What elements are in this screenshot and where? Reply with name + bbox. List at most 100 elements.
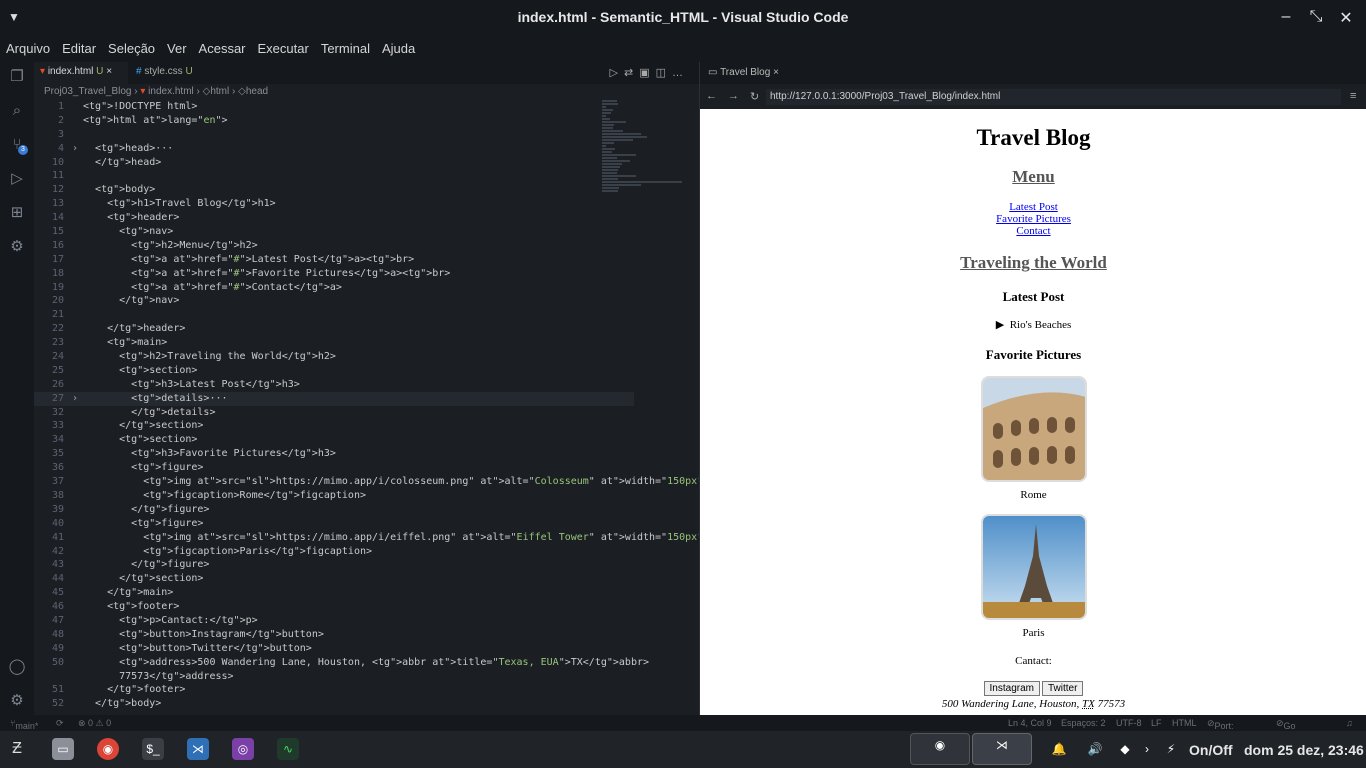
code-line[interactable]: 40 <tg">figure> <box>34 517 634 531</box>
instagram-button[interactable]: Instagram <box>984 681 1040 696</box>
tab-style-css[interactable]: # style.css U <box>130 62 210 84</box>
code-line[interactable]: 19 <tg">a at">href="#">Contact</tg">a> <box>34 281 634 295</box>
run-icon[interactable]: ▷ <box>610 67 624 79</box>
notifications-bell-icon[interactable]: ♫ <box>1346 718 1353 728</box>
code-line[interactable]: 14 <tg">header> <box>34 211 634 225</box>
twitter-button[interactable]: Twitter <box>1042 681 1083 696</box>
link-latest-post[interactable]: Latest Post <box>700 201 1366 213</box>
code-line[interactable]: 42 <tg">figcaption>Paris</tg">figcaption… <box>34 545 634 559</box>
terminal-icon[interactable]: $_ <box>142 738 164 760</box>
code-line[interactable]: 49 <tg">button>Twitter</tg">button> <box>34 642 634 656</box>
code-line[interactable]: 47 <tg">p>Cantact:</tg">p> <box>34 614 634 628</box>
menu-arquivo[interactable]: Arquivo <box>0 36 56 61</box>
code-line[interactable]: 11 <box>34 169 634 183</box>
code-line[interactable]: 35 <tg">h3>Favorite Pictures</tg">h3> <box>34 447 634 461</box>
fold-chevron-icon[interactable]: › <box>72 142 78 156</box>
code-line[interactable]: 27 › <tg">details>··· <box>34 392 634 406</box>
vscode-icon[interactable]: ⋊ <box>187 738 209 760</box>
chevron-right-icon[interactable]: › <box>1136 738 1158 760</box>
notification-bell-icon[interactable]: 🔔 <box>1048 738 1070 760</box>
code-line[interactable]: 36 <tg">figure> <box>34 461 634 475</box>
code-line[interactable]: 37 <tg">img at">src="sl">https://mimo.ap… <box>34 475 634 489</box>
code-line[interactable]: 43 </tg">figure> <box>34 558 634 572</box>
code-line[interactable]: 34 <tg">section> <box>34 433 634 447</box>
minimap[interactable] <box>602 100 692 195</box>
power-toggle[interactable]: On/Off <box>1189 742 1233 758</box>
explorer-icon[interactable]: ❐ <box>8 68 26 86</box>
code-line[interactable]: 15 <tg">nav> <box>34 225 634 239</box>
code-line[interactable]: 77573</tg">address> <box>34 670 634 684</box>
code-line[interactable]: 38 <tg">figcaption>Rome</tg">figcaption> <box>34 489 634 503</box>
settings-gear-icon[interactable]: ⚙ <box>8 692 26 710</box>
code-line[interactable]: 48 <tg">button>Instagram</tg">button> <box>34 628 634 642</box>
indent-status[interactable]: Espaços: 2 <box>1061 718 1106 728</box>
system-monitor-icon[interactable]: ∿ <box>277 738 299 760</box>
code-editor[interactable]: 1 <tg">!DOCTYPE html> 2 <tg">html at">lang=… <box>34 100 634 711</box>
more-actions-icon[interactable]: … <box>672 67 689 79</box>
close-tab-icon[interactable]: × <box>773 67 779 78</box>
go-live-button[interactable]: ⊘ Go Live <box>1276 718 1284 729</box>
tab-index-html[interactable]: ▾ index.html U × <box>34 62 128 84</box>
menu-ver[interactable]: Ver <box>161 36 193 61</box>
fold-chevron-icon[interactable]: › <box>72 392 78 406</box>
code-line[interactable]: 21 <box>34 308 634 322</box>
minimize-button[interactable]: – <box>1276 8 1296 26</box>
chrome-icon[interactable]: ◉ <box>97 738 119 760</box>
run-debug-icon[interactable]: ▷ <box>8 170 26 188</box>
port-status[interactable]: ⊘ Port: 3000 <box>1207 718 1215 729</box>
menu-selecao[interactable]: Seleção <box>102 36 161 61</box>
encoding-status[interactable]: UTF-8 <box>1116 718 1142 728</box>
code-line[interactable]: 2 <tg">html at">lang="en"> <box>34 114 634 128</box>
url-input[interactable]: http://127.0.0.1:3000/Proj03_Travel_Blog… <box>766 89 1341 105</box>
remote-icon[interactable]: ⚙ <box>8 238 26 256</box>
code-line[interactable]: 41 <tg">img at">src="sl">https://mimo.ap… <box>34 531 634 545</box>
eol-status[interactable]: LF <box>1151 718 1162 728</box>
details-summary[interactable]: ▶ Rio's Beaches <box>700 318 1366 331</box>
preview-icon[interactable]: ▣ <box>639 67 655 79</box>
code-line[interactable]: 50 <tg">address>500 Wandering Lane, Hous… <box>34 656 634 670</box>
compare-icon[interactable]: ⇄ <box>624 67 639 79</box>
chrome-window-button[interactable]: ◉ <box>910 733 970 765</box>
code-line[interactable]: 3 <box>34 128 634 142</box>
preview-tab[interactable]: ▭ Travel Blog × <box>700 62 1366 84</box>
extensions-icon[interactable]: ⊞ <box>8 204 26 222</box>
split-editor-icon[interactable]: ◫ <box>656 67 672 79</box>
menu-executar[interactable]: Executar <box>252 36 315 61</box>
menu-acessar[interactable]: Acessar <box>193 36 252 61</box>
code-line[interactable]: 16 <tg">h2>Menu</tg">h2> <box>34 239 634 253</box>
code-line[interactable]: 51 </tg">footer> <box>34 683 634 697</box>
code-line[interactable]: 18 <tg">a at">href="#">Favorite Pictures… <box>34 267 634 281</box>
back-icon[interactable]: ← <box>706 90 717 102</box>
wifi-icon[interactable]: ◆ <box>1114 738 1136 760</box>
volume-icon[interactable]: 🔊 <box>1084 738 1106 760</box>
code-line[interactable]: 20 </tg">nav> <box>34 294 634 308</box>
code-line[interactable]: 12 <tg">body> <box>34 183 634 197</box>
vscode-window-button[interactable]: ⋊ <box>972 733 1032 765</box>
code-line[interactable]: 1 <tg">!DOCTYPE html> <box>34 100 634 114</box>
code-line[interactable]: 46 <tg">footer> <box>34 600 634 614</box>
problems-status[interactable]: ⊗ 0 ⚠ 0 <box>78 718 111 729</box>
link-contact[interactable]: Contact <box>700 225 1366 237</box>
code-line[interactable]: 44 </tg">section> <box>34 572 634 586</box>
forward-icon[interactable]: → <box>728 90 739 102</box>
battery-icon[interactable]: ⚡ <box>1160 738 1182 760</box>
cursor-position[interactable]: Ln 4, Col 9 <box>1008 718 1052 728</box>
language-status[interactable]: HTML <box>1172 718 1197 728</box>
sync-icon[interactable]: ⟳ <box>56 718 64 729</box>
code-line[interactable]: 24 <tg">h2>Traveling the World</tg">h2> <box>34 350 634 364</box>
code-line[interactable]: 10 </tg">head> <box>34 156 634 170</box>
restore-button[interactable]: ⤡ <box>1306 8 1326 26</box>
search-icon[interactable]: ⌕ <box>8 102 26 120</box>
files-icon[interactable]: ▭ <box>52 738 74 760</box>
code-line[interactable]: 23 <tg">main> <box>34 336 634 350</box>
code-line[interactable]: 52 </tg">body> <box>34 697 634 711</box>
github-desktop-icon[interactable]: ◎ <box>232 738 254 760</box>
code-line[interactable]: 17 <tg">a at">href="#">Latest Post</tg">… <box>34 253 634 267</box>
clock[interactable]: dom 25 dez, 23:46 <box>1244 742 1364 758</box>
close-button[interactable]: ✕ <box>1336 8 1356 28</box>
account-icon[interactable]: ◯ <box>8 658 26 676</box>
code-line[interactable]: 25 <tg">section> <box>34 364 634 378</box>
code-line[interactable]: 45 </tg">main> <box>34 586 634 600</box>
zorin-menu-icon[interactable]: Ƶ <box>6 738 28 760</box>
code-line[interactable]: 26 <tg">h3>Latest Post</tg">h3> <box>34 378 634 392</box>
